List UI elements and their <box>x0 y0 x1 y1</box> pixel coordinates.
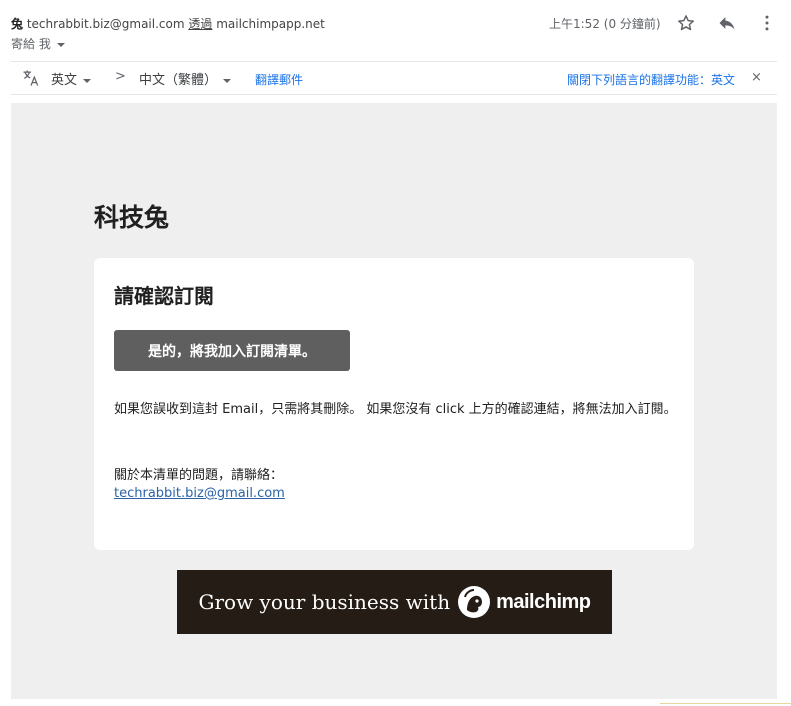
target-language-dropdown[interactable]: 中文（繁體） <box>139 69 232 88</box>
contact-email-link[interactable]: techrabbit.biz@gmail.com <box>114 486 285 501</box>
chevron-down-icon <box>223 78 232 83</box>
card-title: 請確認訂閱 <box>114 284 214 308</box>
translate-icon <box>21 68 41 88</box>
notice-text: 如果您誤收到這封 Email，只需將其刪除。 如果您沒有 click 上方的確認… <box>114 402 677 417</box>
recipient-dropdown[interactable]: 寄給 我 <box>11 35 65 52</box>
source-language-label: 英文 <box>51 73 78 88</box>
translate-message-link[interactable]: 翻譯郵件 <box>255 71 303 88</box>
translate-bar: 英文 > 中文（繁體） 翻譯郵件 關閉下列語言的翻譯功能：英文 × <box>11 61 777 95</box>
confirmation-card: 請確認訂閱 是的，將我加入訂閱清單。 如果您誤收到這封 Email，只需將其刪除… <box>94 258 694 550</box>
timestamp: 上午1:52 (0 分鐘前) <box>549 17 661 31</box>
sender-line: 兔 techrabbit.biz@gmail.com 透過 mailchimpa… <box>11 15 325 32</box>
email-header: 兔 techrabbit.biz@gmail.com 透過 mailchimpa… <box>11 12 781 56</box>
via-domain: mailchimpapp.net <box>216 17 325 31</box>
email-body: 科技兔 請確認訂閱 是的，將我加入訂閱清單。 如果您誤收到這封 Email，只需… <box>11 103 777 699</box>
recipient-label: 寄給 我 <box>11 37 51 51</box>
banner-text: Grow your business with <box>198 590 451 614</box>
bottom-divider <box>660 703 791 704</box>
target-language-label: 中文（繁體） <box>139 73 218 88</box>
banner-brand: mailchimp <box>496 590 591 613</box>
brand-title: 科技兔 <box>94 203 170 232</box>
chevron-down-icon <box>83 78 92 83</box>
mailchimp-banner[interactable]: Grow your business with mailchimp <box>177 570 612 634</box>
turn-off-translation-link[interactable]: 關閉下列語言的翻譯功能：英文 <box>567 71 735 88</box>
language-arrow: > <box>115 69 126 84</box>
reply-icon[interactable] <box>716 12 738 34</box>
source-language-dropdown[interactable]: 英文 <box>51 69 92 88</box>
more-vert-icon[interactable] <box>756 12 778 34</box>
contact-label: 關於本清單的問題，請聯絡： <box>114 468 284 483</box>
star-icon[interactable] <box>675 12 697 34</box>
via-label[interactable]: 透過 <box>188 17 212 31</box>
sender-name[interactable]: 兔 <box>11 17 23 31</box>
mailchimp-logo-icon <box>458 586 491 618</box>
chevron-down-icon <box>56 42 65 47</box>
confirm-subscription-button[interactable]: 是的，將我加入訂閱清單。 <box>114 330 350 371</box>
close-icon[interactable]: × <box>751 70 762 85</box>
sender-email: techrabbit.biz@gmail.com <box>26 17 185 31</box>
